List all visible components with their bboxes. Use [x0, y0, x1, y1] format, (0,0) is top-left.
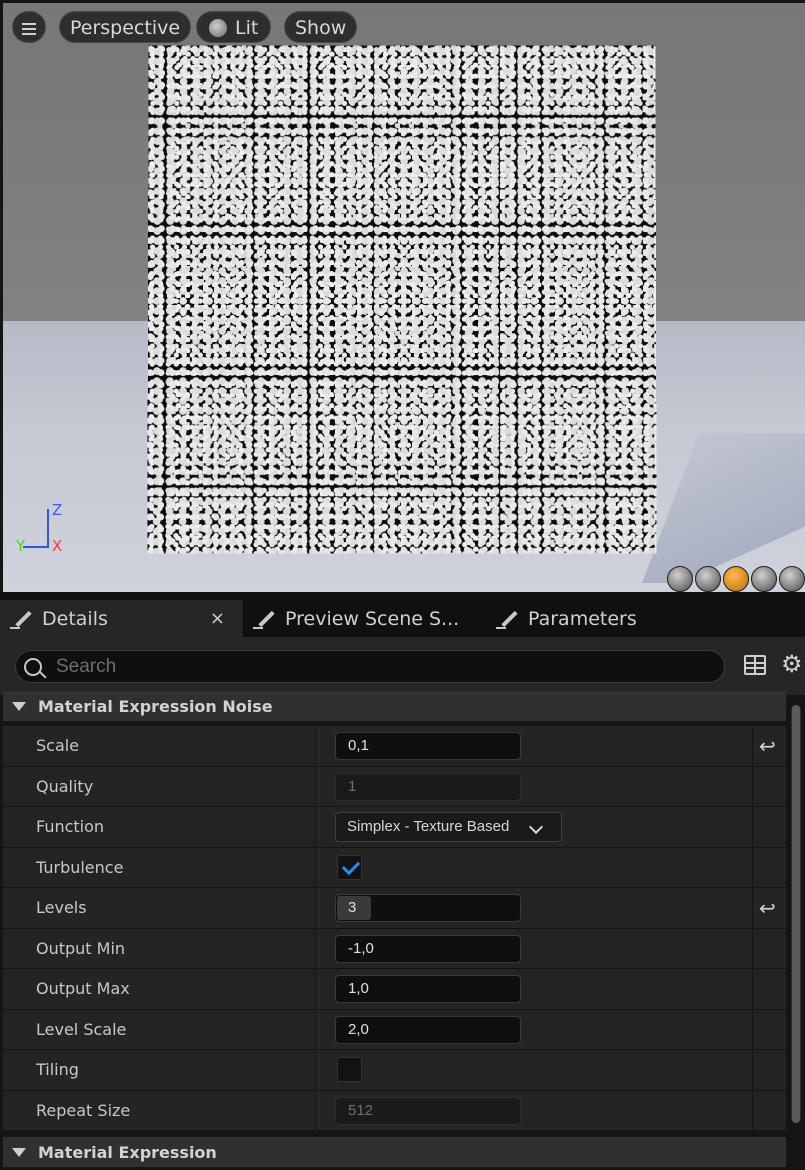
section-title: Material Expression — [38, 1142, 217, 1162]
x-axis-line — [23, 546, 49, 548]
function-dropdown[interactable]: Simplex - Texture Based — [335, 812, 562, 842]
viewport-menu-button[interactable] — [12, 11, 46, 43]
pencil-icon — [496, 608, 518, 630]
perspective-button[interactable]: Perspective — [59, 11, 192, 43]
property-row-function: Function Simplex - Texture Based — [3, 807, 786, 848]
lit-button[interactable]: Lit — [196, 11, 272, 43]
property-label: Function — [36, 817, 105, 836]
noise-preview-plane — [147, 45, 657, 554]
output-max-input[interactable]: 1,0 — [335, 975, 521, 1003]
tab-details-label: Details — [42, 607, 108, 630]
property-list: Scale 0,1 ↩ Quality 1 Function Simplex -… — [3, 726, 786, 1131]
cylinder-shape-icon[interactable] — [667, 566, 693, 592]
section-title: Material Expression Noise — [38, 696, 273, 716]
property-row-tiling: Tiling — [3, 1050, 786, 1091]
output-min-input[interactable]: -1,0 — [335, 934, 521, 963]
tab-preview-scene-settings[interactable]: Preview Scene S... — [243, 600, 486, 637]
collapse-triangle-icon — [12, 701, 26, 711]
show-button[interactable]: Show — [284, 11, 358, 43]
property-label: Output Min — [36, 938, 126, 958]
reset-to-default-icon[interactable]: ↩ — [759, 736, 776, 756]
close-icon[interactable]: × — [210, 608, 225, 629]
property-label: Levels — [36, 898, 87, 917]
property-row-levels: Levels 3 ↩ — [3, 888, 786, 929]
chevron-down-icon — [528, 819, 544, 835]
levels-slider-input[interactable]: 3 — [335, 894, 521, 922]
details-search-row: ⚙ — [0, 637, 805, 695]
tab-details[interactable]: Details × — [0, 600, 243, 637]
table-view-icon[interactable] — [744, 655, 766, 675]
property-label: Scale — [36, 736, 80, 755]
reset-to-default-icon[interactable]: ↩ — [759, 898, 776, 918]
axis-gizmo: Z X Y — [13, 501, 73, 563]
preview-viewport[interactable]: Perspective Lit Show Z X Y — [3, 3, 805, 592]
property-row-scale: Scale 0,1 ↩ — [3, 726, 786, 767]
mesh-shape-icon[interactable] — [779, 566, 805, 592]
plane-shape-icon[interactable] — [723, 566, 749, 592]
lit-sphere-icon — [209, 19, 227, 37]
function-selected-value: Simplex - Texture Based — [347, 818, 510, 835]
cube-shape-icon[interactable] — [751, 566, 777, 592]
level-scale-input[interactable]: 2,0 — [335, 1015, 521, 1044]
scrollbar-thumb[interactable] — [792, 705, 800, 1123]
pencil-icon — [10, 608, 32, 630]
gear-icon[interactable]: ⚙ — [781, 652, 803, 676]
property-row-quality: Quality 1 — [3, 766, 786, 807]
y-axis-label: Y — [16, 537, 26, 555]
hamburger-icon — [13, 12, 45, 35]
tiling-checkbox[interactable] — [337, 1057, 362, 1082]
property-label: Tiling — [36, 1060, 79, 1079]
tab-parameters[interactable]: Parameters — [486, 600, 686, 637]
tab-parameters-label: Parameters — [528, 607, 637, 630]
panel-tab-bar: Details × Preview Scene S... Parameters — [0, 592, 805, 637]
lit-label: Lit — [235, 17, 259, 39]
repeat-size-input: 512 — [335, 1096, 521, 1125]
property-label: Turbulence — [36, 857, 124, 877]
details-scrollbar[interactable] — [791, 705, 801, 1123]
property-label: Output Max — [36, 979, 130, 998]
property-label: Level Scale — [36, 1019, 127, 1039]
quality-input: 1 — [335, 772, 521, 801]
pencil-icon — [253, 608, 275, 630]
z-axis-line — [47, 509, 49, 547]
search-input[interactable] — [54, 654, 658, 679]
turbulence-checkbox[interactable] — [337, 854, 362, 880]
scale-input[interactable]: 0,1 — [335, 732, 521, 760]
property-row-output-max: Output Max 1,0 — [3, 969, 786, 1010]
z-axis-label: Z — [52, 501, 63, 519]
section-material-expression[interactable]: Material Expression — [3, 1137, 786, 1167]
x-axis-label: X — [52, 537, 63, 555]
preview-shape-toolbar — [667, 566, 805, 592]
collapse-triangle-icon — [12, 1147, 26, 1157]
property-row-level-scale: Level Scale 2,0 — [3, 1009, 786, 1050]
search-icon — [24, 657, 42, 676]
property-row-turbulence: Turbulence — [3, 847, 786, 888]
property-label: Repeat Size — [36, 1100, 131, 1120]
sphere-shape-icon[interactable] — [695, 566, 721, 592]
section-material-expression-noise[interactable]: Material Expression Noise — [3, 691, 786, 721]
tab-preview-label: Preview Scene S... — [285, 607, 460, 630]
search-box — [15, 650, 725, 683]
property-row-output-min: Output Min -1,0 — [3, 928, 786, 969]
property-row-repeat-size: Repeat Size 512 — [3, 1090, 786, 1131]
property-label: Quality — [36, 776, 94, 796]
